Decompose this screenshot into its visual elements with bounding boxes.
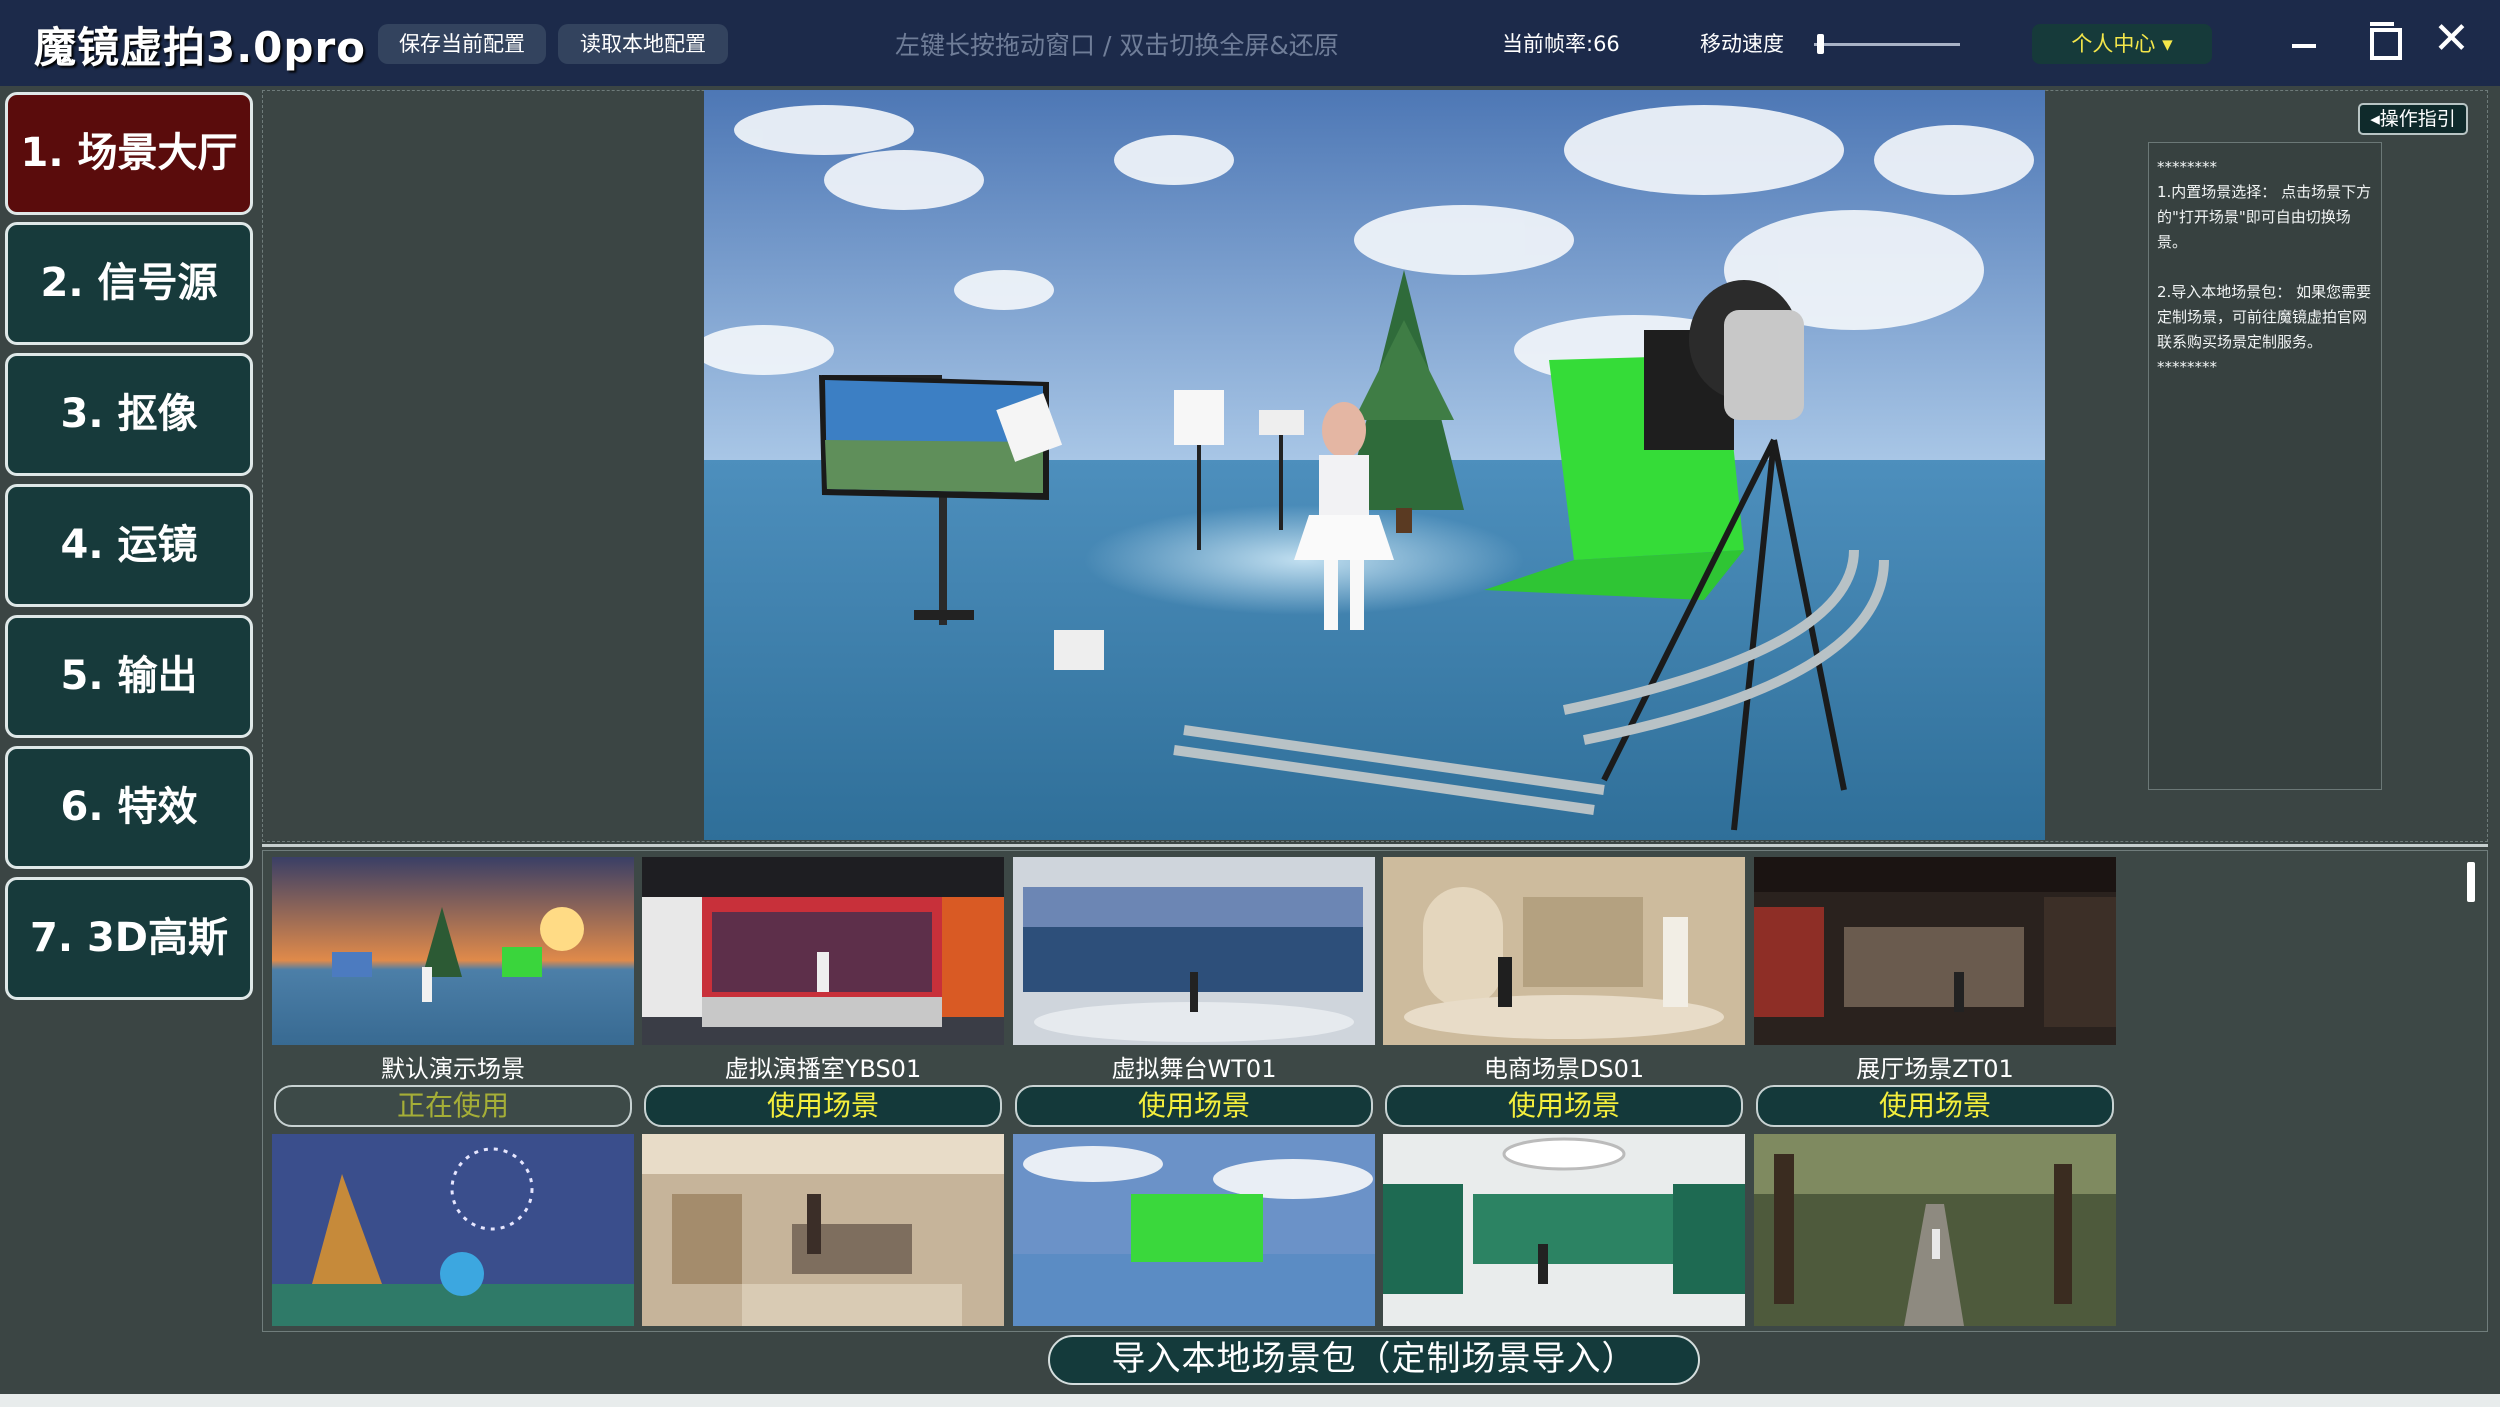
scene-name-studio: 虚拟演播室YBS01 <box>724 1055 922 1083</box>
nav-scene-hall[interactable]: 1. 场景大厅 <box>5 92 253 215</box>
scene-thumbnail-green-hall[interactable] <box>1383 1134 1745 1326</box>
scene-thumbnail-stage[interactable] <box>1013 857 1375 1045</box>
speed-label: 移动速度 <box>1700 32 1784 56</box>
scene-thumbnail-studio[interactable] <box>642 857 1004 1045</box>
nav-camera-move[interactable]: 4. 运镜 <box>5 484 253 607</box>
fps-readout: 当前帧率:66 <box>1502 32 1620 56</box>
scene-thumbnail-tower[interactable] <box>272 1134 634 1326</box>
scene-thumbnail-greenscreen[interactable] <box>1013 1134 1375 1326</box>
scene-thumbnail-default[interactable] <box>272 857 634 1045</box>
scene-thumbnail-ecommerce[interactable] <box>1383 857 1745 1045</box>
use-scene-button-exhibition[interactable]: 使用场景 <box>1756 1085 2114 1127</box>
nav-effects[interactable]: 6. 特效 <box>5 746 253 869</box>
use-scene-button-stage[interactable]: 使用场景 <box>1015 1085 1373 1127</box>
nav-output[interactable]: 5. 输出 <box>5 615 253 738</box>
scene-render-image <box>704 90 2045 840</box>
user-center-dropdown[interactable]: 个人中心 ▾ <box>2032 24 2212 64</box>
scene-thumbnail-livingroom[interactable] <box>642 1134 1004 1326</box>
nav-signal-source[interactable]: 2. 信号源 <box>5 222 253 345</box>
close-icon[interactable]: ✕ <box>2433 13 2470 64</box>
scene-name-exhibition: 展厅场景ZT01 <box>1856 1055 2014 1083</box>
scene-thumbnail-forest-road[interactable] <box>1754 1134 2116 1326</box>
save-config-button[interactable]: 保存当前配置 <box>378 24 546 64</box>
drag-hint: 左键长按拖动窗口 / 双击切换全屏&还原 <box>895 31 1339 60</box>
scene-in-use-button[interactable]: 正在使用 <box>274 1085 632 1127</box>
import-local-scene-button[interactable]: 导入本地场景包（定制场景导入） <box>1048 1335 1700 1385</box>
maximize-icon[interactable] <box>2370 22 2402 60</box>
scene-name-default: 默认演示场景 <box>381 1055 525 1083</box>
minimize-icon[interactable] <box>2292 44 2316 48</box>
operation-guide-button[interactable]: ◂操作指引 <box>2358 103 2468 135</box>
panel-divider[interactable] <box>262 844 2488 847</box>
scene-thumbnail-exhibition[interactable] <box>1754 857 2116 1045</box>
scene-preview-viewport[interactable] <box>704 90 2045 840</box>
load-config-button[interactable]: 读取本地配置 <box>558 24 728 64</box>
scene-name-stage: 虚拟舞台WT01 <box>1111 1055 1277 1083</box>
speed-slider-handle[interactable] <box>1816 34 1824 54</box>
nav-3d-gaussian[interactable]: 7. 3D高斯 <box>5 877 253 1000</box>
speed-slider-track[interactable] <box>1814 43 1960 46</box>
bottom-edge <box>0 1394 2500 1407</box>
app-title: 魔镜虚拍3.0pro <box>34 23 367 72</box>
scene-name-ecommerce: 电商场景DS01 <box>1483 1055 1645 1083</box>
nav-keying[interactable]: 3. 抠像 <box>5 353 253 476</box>
use-scene-button-ecommerce[interactable]: 使用场景 <box>1385 1085 1743 1127</box>
use-scene-button-studio[interactable]: 使用场景 <box>644 1085 1002 1127</box>
operation-guide-text: ******** 1.内置场景选择： 点击场景下方的"打开场景"即可自由切换场景… <box>2148 142 2382 790</box>
scene-gallery-scrollbar[interactable] <box>2467 862 2475 902</box>
